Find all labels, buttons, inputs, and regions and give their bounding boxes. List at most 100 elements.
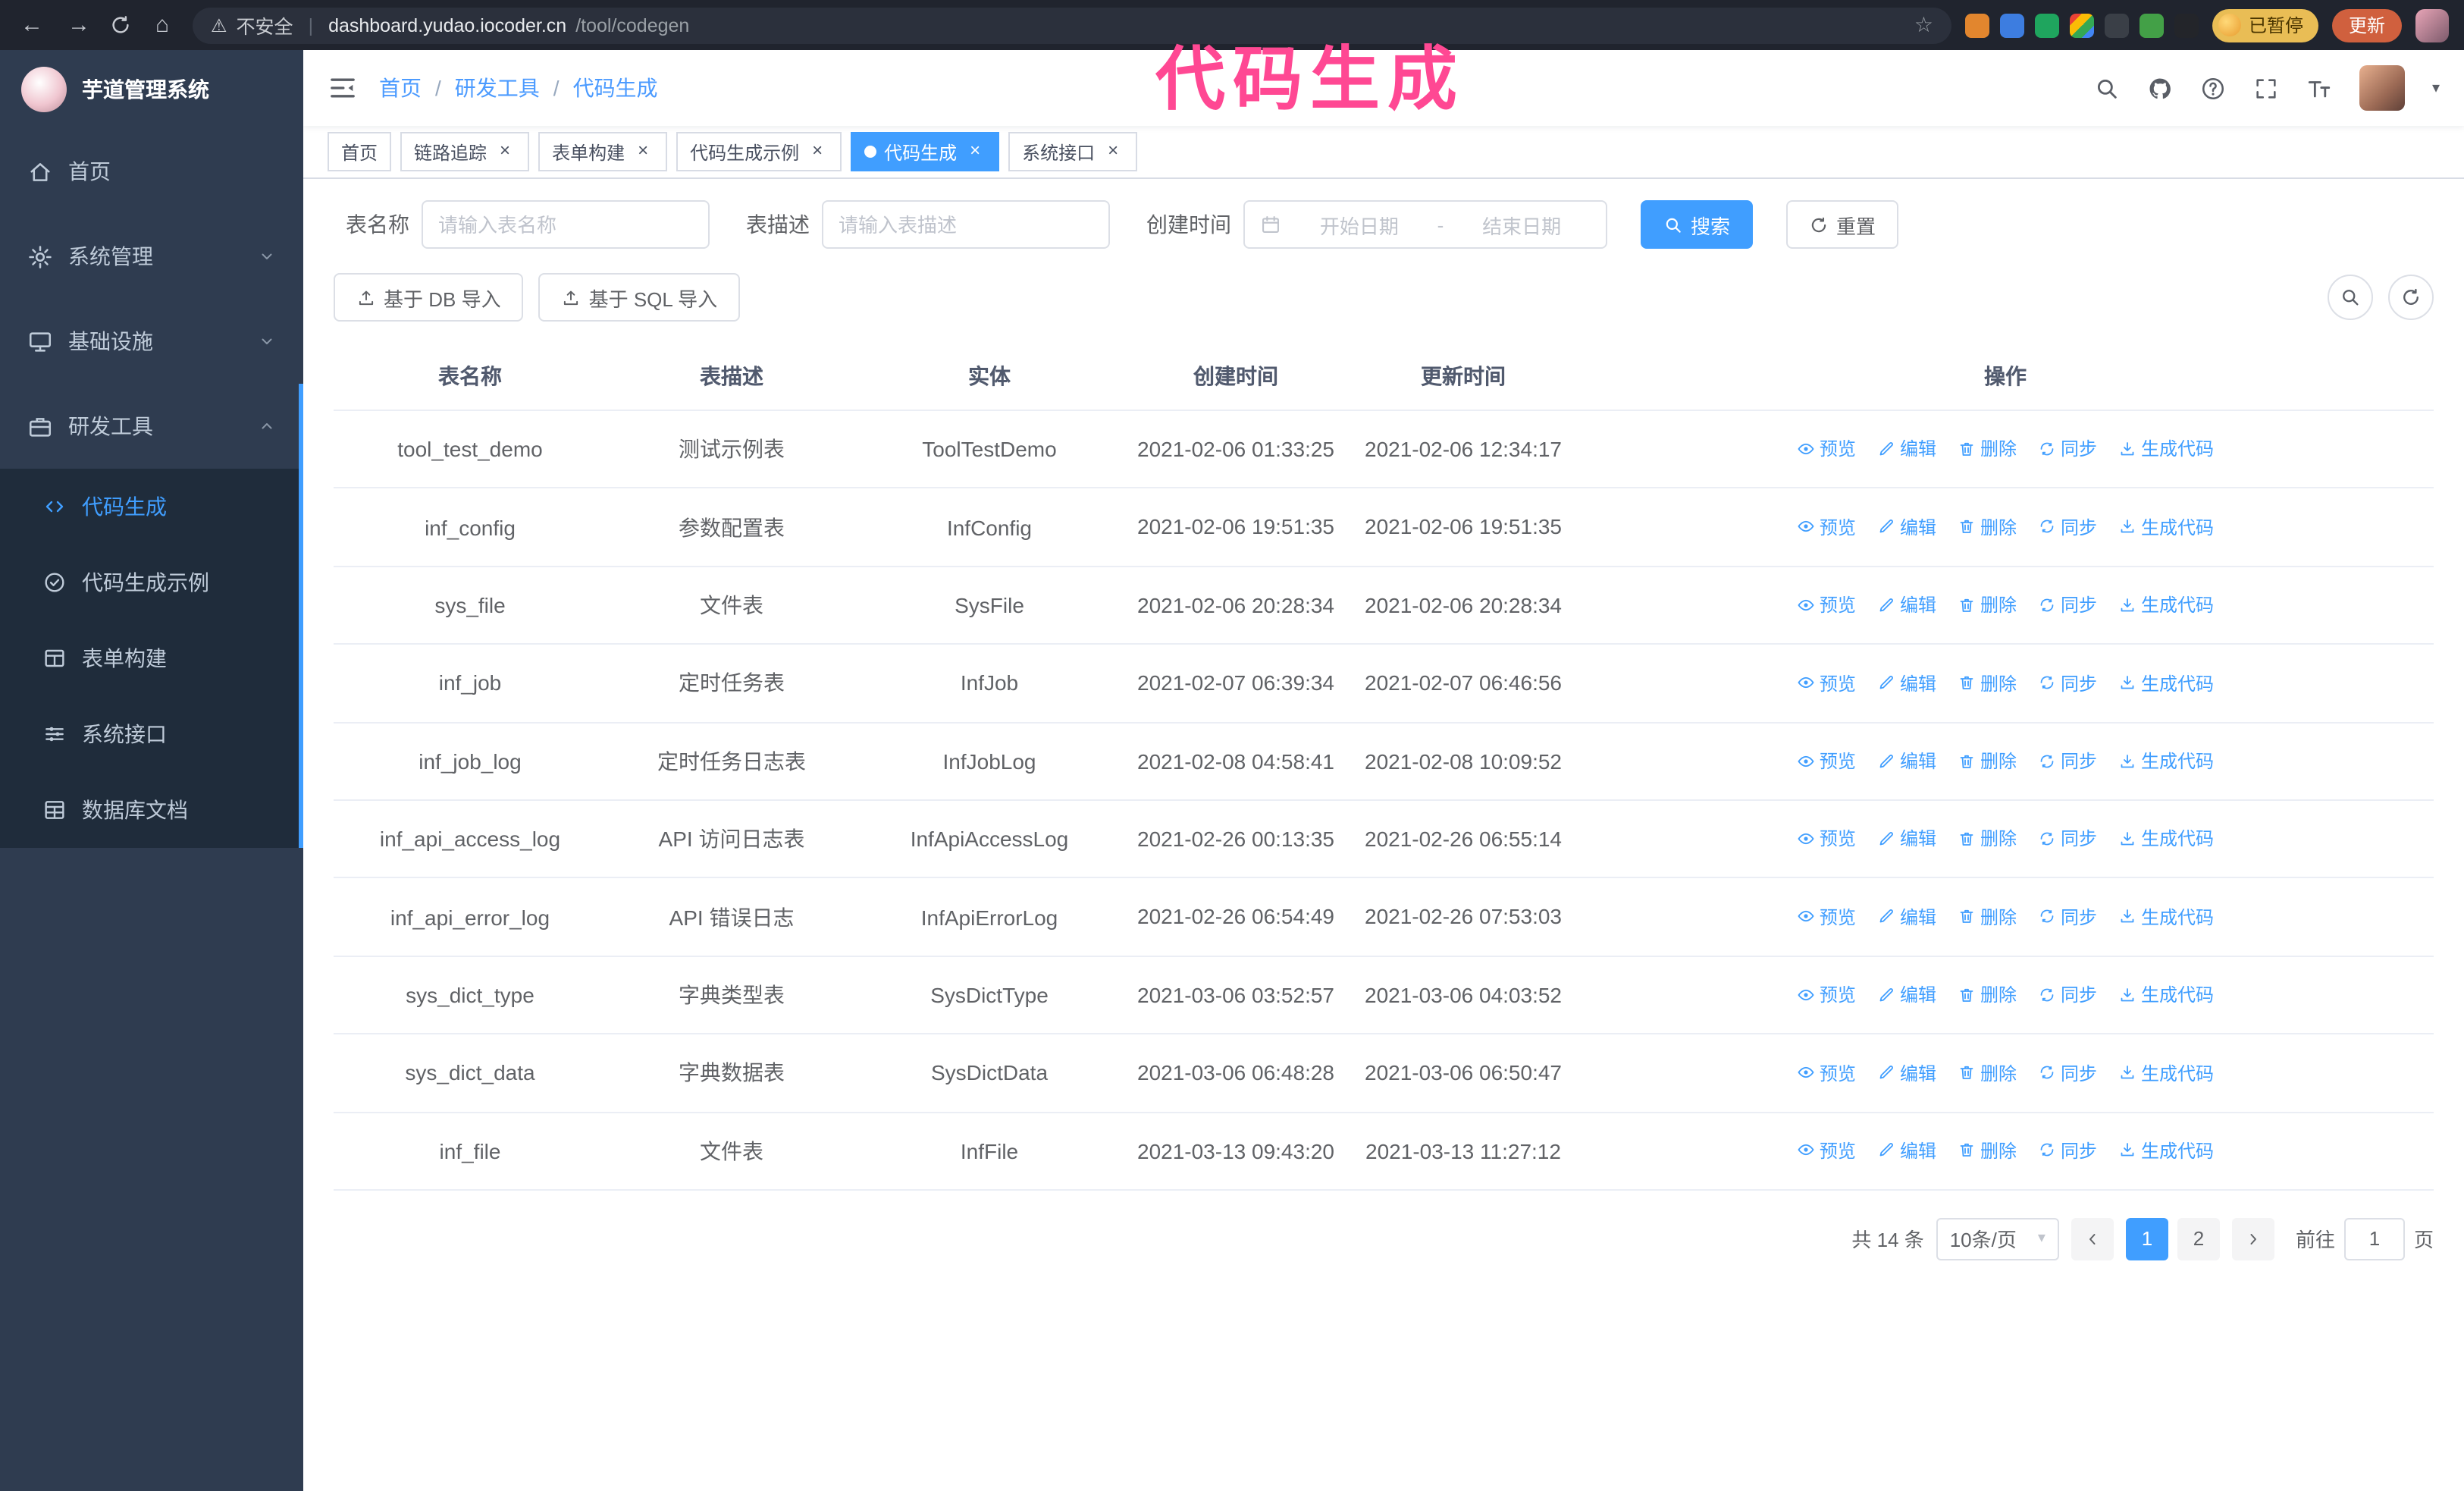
delete-link[interactable]: 删除 (1958, 748, 2017, 774)
delete-link[interactable]: 删除 (1958, 514, 2017, 540)
breadcrumb-home[interactable]: 首页 (379, 73, 422, 103)
preview-link[interactable]: 预览 (1797, 436, 1856, 462)
breadcrumb-codegen[interactable]: 代码生成 (573, 73, 658, 103)
tag-close-icon[interactable]: × (632, 140, 654, 162)
browser-back-icon[interactable]: ← (15, 12, 49, 38)
delete-link[interactable]: 删除 (1958, 981, 2017, 1007)
sidebar-item-dev-tools[interactable]: 研发工具 (0, 384, 303, 469)
extension-green-badge-icon[interactable] (2034, 13, 2059, 37)
preview-link[interactable]: 预览 (1797, 826, 1856, 852)
edit-link[interactable]: 编辑 (1877, 1059, 1936, 1085)
sidebar-item-infrastructure[interactable]: 基础设施 (0, 299, 303, 384)
sync-link[interactable]: 同步 (2038, 1059, 2097, 1085)
extension-blue-icon[interactable] (1999, 13, 2024, 37)
goto-page-input[interactable] (2343, 1217, 2405, 1260)
browser-profile-avatar[interactable] (2415, 8, 2449, 42)
sidebar-fold-icon[interactable] (328, 73, 358, 103)
tab-tag[interactable]: 首页 (328, 132, 392, 171)
extension-dark-icon[interactable] (2104, 13, 2129, 37)
fullscreen-icon[interactable] (2253, 75, 2279, 101)
tab-tag[interactable]: 系统接口 × (1008, 132, 1138, 171)
sidebar-item-form-builder[interactable]: 表单构建 (0, 620, 303, 696)
edit-link[interactable]: 编辑 (1877, 904, 1936, 930)
browser-update-button[interactable]: 更新 (2331, 8, 2402, 42)
table-desc-input[interactable] (822, 200, 1110, 249)
import-sql-button[interactable]: 基于 SQL 导入 (538, 273, 741, 322)
preview-link[interactable]: 预览 (1797, 748, 1856, 774)
page-button-1[interactable]: 1 (2125, 1217, 2168, 1260)
tab-tag[interactable]: 代码生成示例 × (676, 132, 842, 171)
sidebar-item-system-api[interactable]: 系统接口 (0, 696, 303, 772)
tab-tag[interactable]: 代码生成 × (851, 132, 1000, 171)
generate-code-link[interactable]: 生成代码 (2118, 592, 2214, 617)
user-avatar[interactable] (2359, 65, 2405, 111)
preview-link[interactable]: 预览 (1797, 514, 1856, 540)
delete-link[interactable]: 删除 (1958, 826, 2017, 852)
search-button[interactable]: 搜索 (1641, 200, 1754, 249)
prev-page-button[interactable] (2071, 1217, 2114, 1260)
date-range-picker[interactable]: 开始日期 - 结束日期 (1243, 200, 1607, 249)
sync-link[interactable]: 同步 (2038, 1138, 2097, 1163)
browser-home-icon[interactable]: ⌂ (146, 12, 179, 38)
sync-link[interactable]: 同步 (2038, 436, 2097, 462)
next-page-button[interactable] (2231, 1217, 2274, 1260)
extension-leaf-icon[interactable] (2139, 13, 2164, 37)
preview-link[interactable]: 预览 (1797, 1059, 1856, 1085)
preview-link[interactable]: 预览 (1797, 592, 1856, 617)
generate-code-link[interactable]: 生成代码 (2118, 670, 2214, 695)
refresh-table-button[interactable] (2388, 275, 2434, 320)
generate-code-link[interactable]: 生成代码 (2118, 826, 2214, 852)
extension-multicolor-icon[interactable] (2069, 13, 2094, 37)
edit-link[interactable]: 编辑 (1877, 670, 1936, 695)
extension-orange-icon[interactable] (1964, 13, 1989, 37)
generate-code-link[interactable]: 生成代码 (2118, 1059, 2214, 1085)
sync-link[interactable]: 同步 (2038, 748, 2097, 774)
sync-link[interactable]: 同步 (2038, 592, 2097, 617)
edit-link[interactable]: 编辑 (1877, 826, 1936, 852)
generate-code-link[interactable]: 生成代码 (2118, 1138, 2214, 1163)
profile-paused-chip[interactable]: 已暂停 (2212, 8, 2318, 42)
toggle-search-button[interactable] (2328, 275, 2373, 320)
sidebar-item-system-management[interactable]: 系统管理 (0, 214, 303, 299)
sidebar-item-codegen[interactable]: 代码生成 (0, 469, 303, 545)
tag-close-icon[interactable]: × (807, 140, 828, 162)
generate-code-link[interactable]: 生成代码 (2118, 514, 2214, 540)
sync-link[interactable]: 同步 (2038, 670, 2097, 695)
tab-tag[interactable]: 表单构建 × (538, 132, 668, 171)
generate-code-link[interactable]: 生成代码 (2118, 904, 2214, 930)
extension-paw-icon[interactable] (2174, 13, 2199, 37)
github-icon[interactable] (2147, 75, 2173, 101)
app-logo[interactable]: 芋道管理系统 (0, 50, 303, 129)
page-button-2[interactable]: 2 (2177, 1217, 2220, 1260)
edit-link[interactable]: 编辑 (1877, 981, 1936, 1007)
sidebar-item-home[interactable]: 首页 (0, 129, 303, 214)
generate-code-link[interactable]: 生成代码 (2118, 981, 2214, 1007)
sync-link[interactable]: 同步 (2038, 981, 2097, 1007)
delete-link[interactable]: 删除 (1958, 592, 2017, 617)
sidebar-item-codegen-example[interactable]: 代码生成示例 (0, 545, 303, 620)
delete-link[interactable]: 删除 (1958, 1059, 2017, 1085)
bookmark-star-icon[interactable]: ☆ (1914, 12, 1933, 38)
tag-close-icon[interactable]: × (1102, 140, 1124, 162)
browser-reload-icon[interactable] (109, 14, 132, 36)
generate-code-link[interactable]: 生成代码 (2118, 748, 2214, 774)
sync-link[interactable]: 同步 (2038, 514, 2097, 540)
page-size-select[interactable]: 10条/页 ▾ (1936, 1217, 2059, 1260)
delete-link[interactable]: 删除 (1958, 1138, 2017, 1163)
edit-link[interactable]: 编辑 (1877, 1138, 1936, 1163)
reset-button[interactable]: 重置 (1786, 200, 1899, 249)
delete-link[interactable]: 删除 (1958, 436, 2017, 462)
tag-close-icon[interactable]: × (494, 140, 516, 162)
sync-link[interactable]: 同步 (2038, 826, 2097, 852)
edit-link[interactable]: 编辑 (1877, 436, 1936, 462)
browser-forward-icon[interactable]: → (62, 12, 96, 38)
preview-link[interactable]: 预览 (1797, 904, 1856, 930)
avatar-caret-icon[interactable]: ▾ (2432, 80, 2440, 96)
delete-link[interactable]: 删除 (1958, 670, 2017, 695)
tab-tag[interactable]: 链路追踪 × (400, 132, 530, 171)
edit-link[interactable]: 编辑 (1877, 748, 1936, 774)
help-icon[interactable] (2200, 75, 2226, 101)
generate-code-link[interactable]: 生成代码 (2118, 436, 2214, 462)
table-name-input[interactable] (422, 200, 710, 249)
preview-link[interactable]: 预览 (1797, 1138, 1856, 1163)
